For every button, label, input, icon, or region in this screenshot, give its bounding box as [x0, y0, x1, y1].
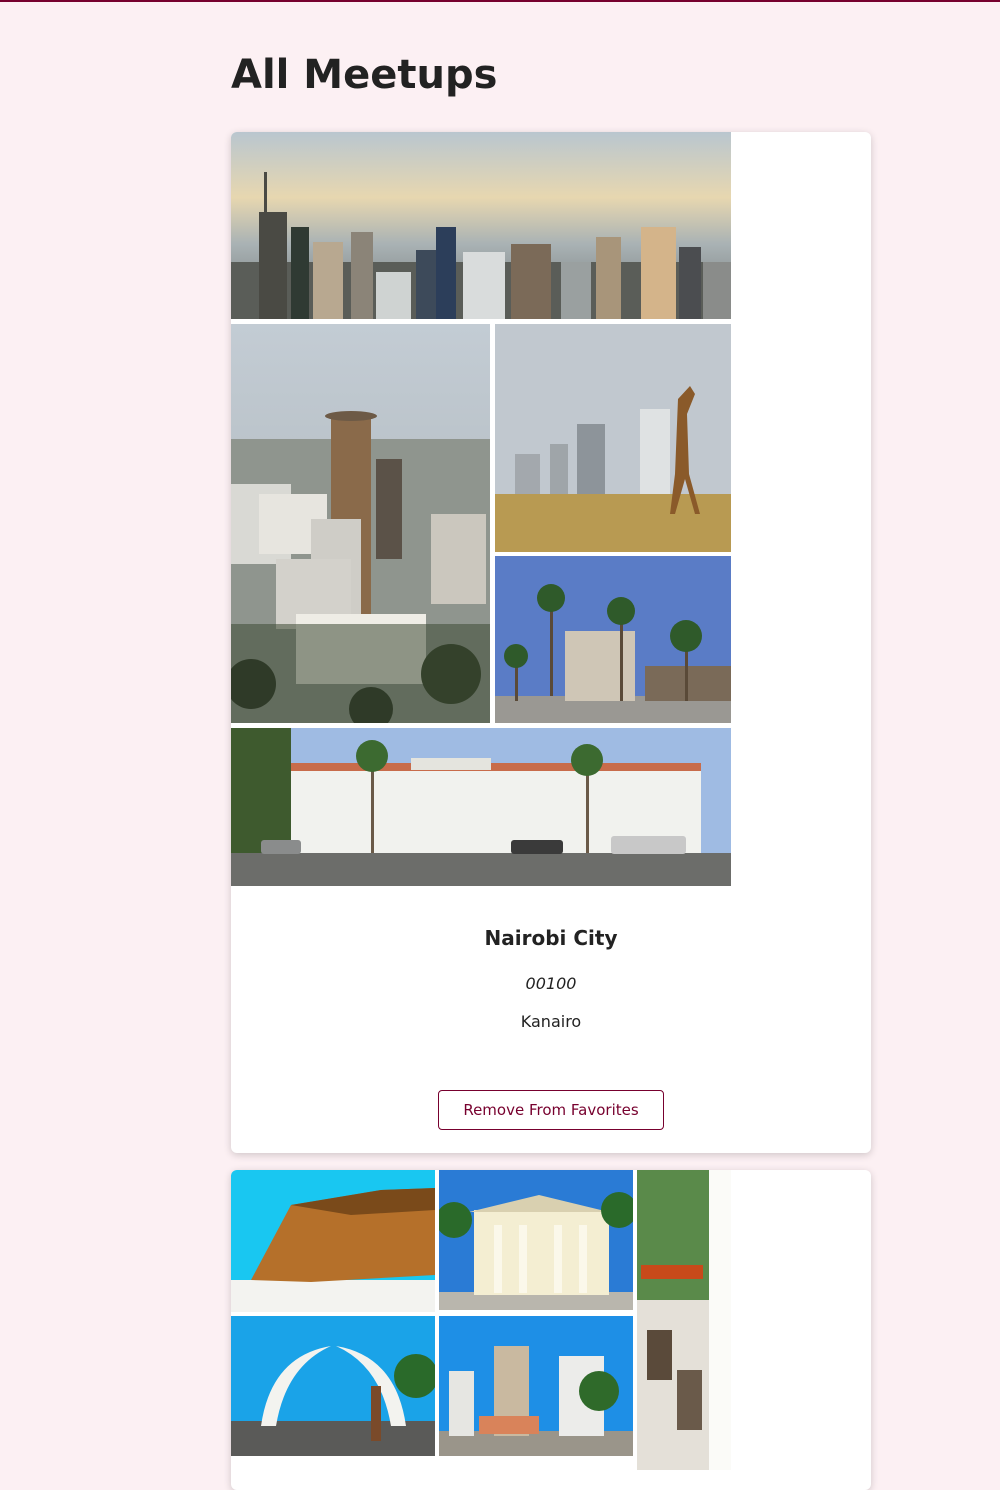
giraffe-skyline-photo [495, 324, 731, 552]
city-buildings-photo [439, 1316, 633, 1456]
fort-jesus-photo [231, 1170, 435, 1312]
tusks-arch-photo [231, 1316, 435, 1456]
remove-from-favorites-button[interactable]: Remove From Favorites [438, 1090, 664, 1130]
meetup-card: Nairobi City 00100 Kanairo Remove From F… [231, 132, 871, 1153]
meetup-description: Kanairo [520, 1012, 582, 1031]
kicc-tower-photo [231, 324, 490, 723]
city-skyline-photo [231, 132, 731, 319]
city-hall-photo [231, 728, 731, 886]
colonial-building-photo [439, 1170, 633, 1310]
top-accent-bar [0, 0, 1000, 2]
meetup-card [231, 1170, 871, 1490]
page-title: All Meetups [231, 52, 498, 98]
meetup-title: Nairobi City [484, 926, 618, 950]
street-balcony-photo [637, 1170, 731, 1470]
palm-building-photo [495, 556, 731, 723]
meetup-address: 00100 [525, 974, 577, 993]
